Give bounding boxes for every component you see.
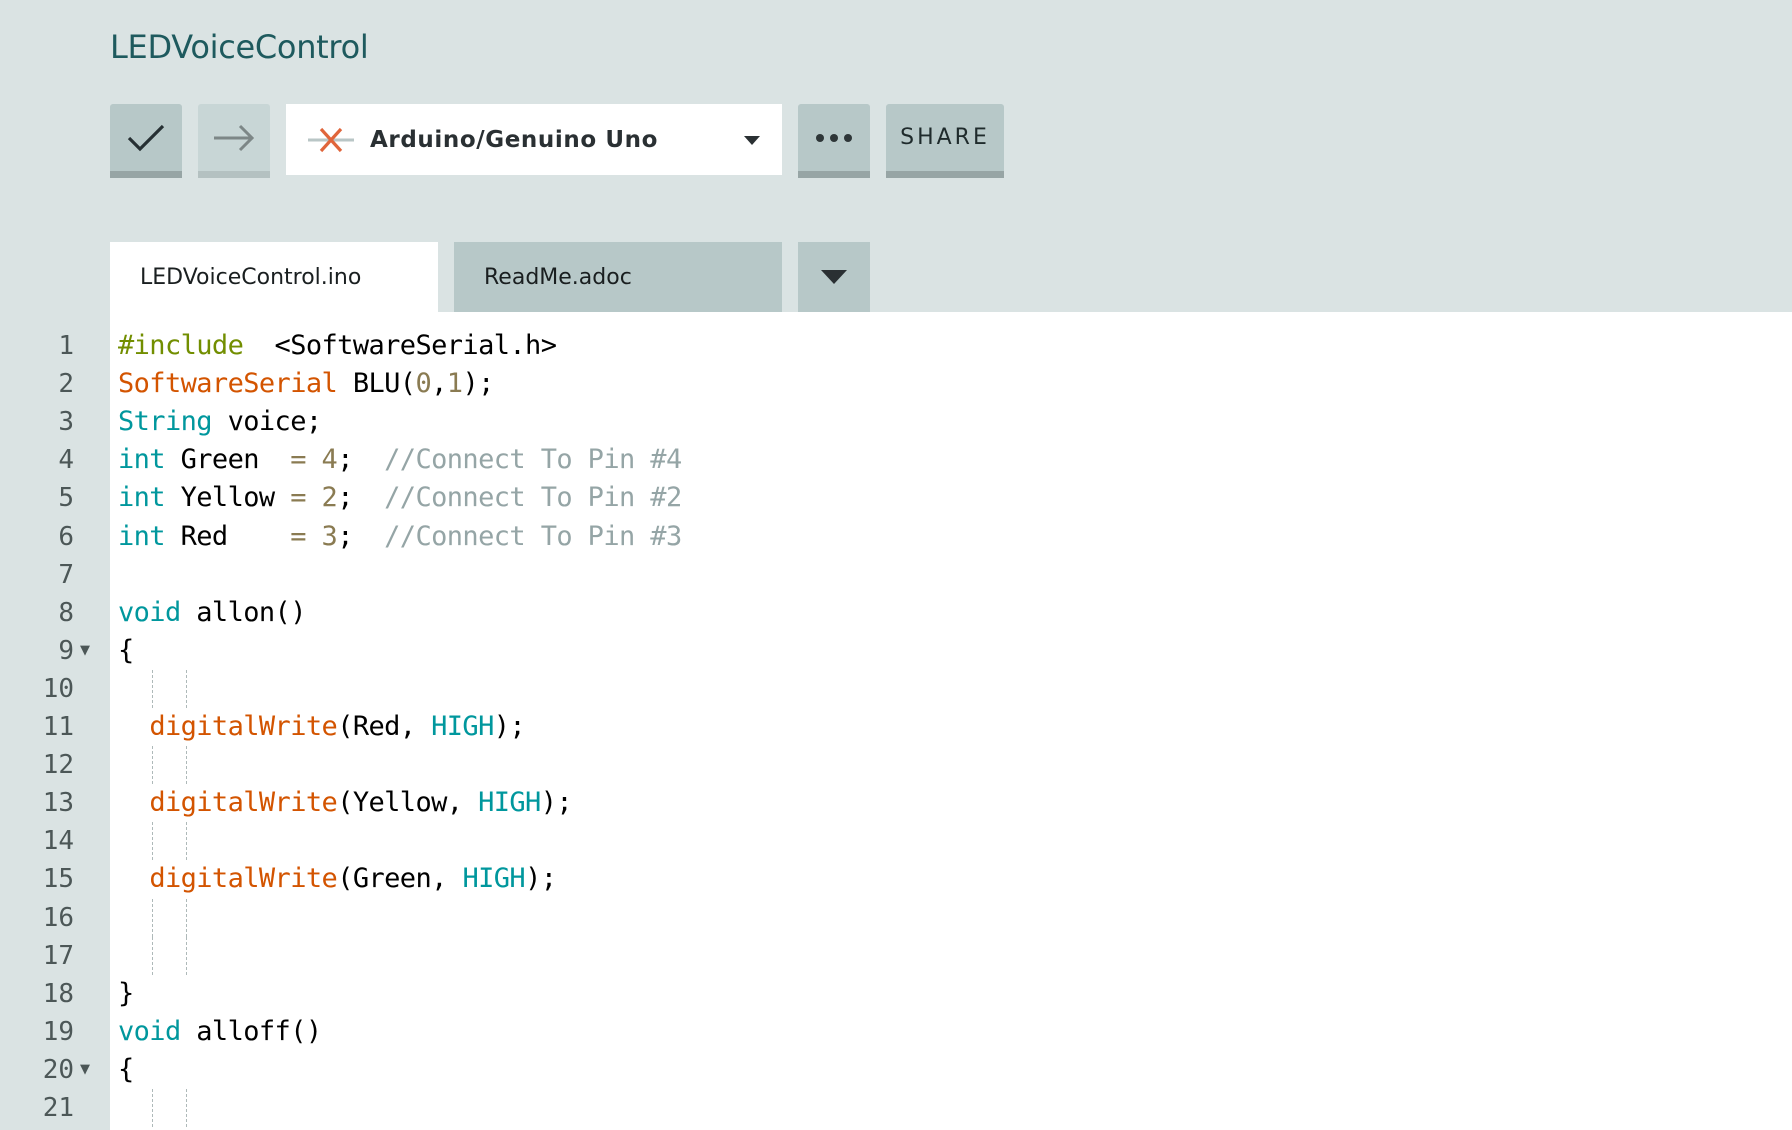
code-line: 2 SoftwareSerial BLU(0,1); xyxy=(0,365,1792,403)
fold-toggle-icon[interactable]: ▼ xyxy=(80,632,90,670)
fold-toggle-icon[interactable]: ▼ xyxy=(80,1051,90,1089)
line-number: 5 xyxy=(58,483,74,514)
indent-guide xyxy=(186,746,187,785)
tab-readme-adoc[interactable]: ReadMe.adoc xyxy=(454,242,782,312)
code-text: int Green = 4; //Connect To Pin #4 xyxy=(118,444,682,476)
indent-guide xyxy=(152,746,153,785)
code-line: 16 xyxy=(0,898,1792,937)
share-label: SHARE xyxy=(900,125,990,150)
code-text: SoftwareSerial BLU(0,1); xyxy=(118,368,494,400)
code-line: 10 xyxy=(0,669,1792,708)
line-number: 11 xyxy=(42,712,74,742)
more-options-button[interactable] xyxy=(798,104,870,178)
code-line: 18} xyxy=(0,975,1792,1013)
code-line: 20 ▼ { xyxy=(0,1051,1792,1089)
board-selector[interactable]: Arduino/Genuino Uno xyxy=(286,104,782,175)
tab-ledvoicecontrol-ino[interactable]: LEDVoiceControl.ino xyxy=(110,242,438,312)
code-text: String voice; xyxy=(118,406,322,438)
indent-guide xyxy=(186,822,187,861)
code-line: 9 ▼ { xyxy=(0,632,1792,670)
indent-guide xyxy=(186,669,187,708)
code-text: { xyxy=(118,634,134,666)
line-number: 15 xyxy=(42,864,74,895)
board-name: Arduino/Genuino Uno xyxy=(370,126,658,153)
code-line: 5 int Yellow = 2; //Connect To Pin #2 xyxy=(0,479,1792,517)
line-number: 1 xyxy=(58,331,74,361)
line-number: 7 xyxy=(58,559,74,590)
line-number: 19 xyxy=(42,1016,74,1047)
code-line: 3 String voice; xyxy=(0,403,1792,441)
indent-guide xyxy=(152,669,153,708)
code-text: digitalWrite(Green, HIGH); xyxy=(149,863,557,895)
share-button[interactable]: SHARE xyxy=(886,104,1004,178)
line-number: 20 xyxy=(42,1054,74,1085)
line-number: 2 xyxy=(58,369,74,400)
tab-menu-button[interactable] xyxy=(798,242,870,312)
upload-button[interactable] xyxy=(198,104,270,178)
line-number: 14 xyxy=(42,826,74,857)
code-text: void alloff() xyxy=(118,1015,322,1047)
code-text: int Yellow = 2; //Connect To Pin #2 xyxy=(118,482,682,514)
line-number: 4 xyxy=(58,445,74,476)
check-icon xyxy=(127,124,165,151)
line-number: 10 xyxy=(42,673,74,704)
indent-guide xyxy=(152,898,153,937)
line-number: 12 xyxy=(42,750,74,781)
code-text: #include <SoftwareSerial.h> xyxy=(118,330,557,361)
code-line: 13 digitalWrite(Yellow, HIGH); xyxy=(0,784,1792,822)
code-line: 4 int Green = 4; //Connect To Pin #4 xyxy=(0,441,1792,479)
verify-button[interactable] xyxy=(110,104,182,178)
line-number: 16 xyxy=(42,902,74,933)
disconnected-x-icon xyxy=(308,127,354,152)
code-line: 8 void allon() xyxy=(0,594,1792,632)
indent-guide xyxy=(152,936,153,975)
line-number: 21 xyxy=(42,1093,74,1123)
code-text: digitalWrite(Red, HIGH); xyxy=(149,711,526,742)
code-line: 17 xyxy=(0,936,1792,975)
line-number: 8 xyxy=(58,597,74,628)
tab-label: LEDVoiceControl.ino xyxy=(140,264,362,290)
arrow-right-icon xyxy=(214,124,255,151)
code-line: 19 void alloff() xyxy=(0,1013,1792,1051)
line-number: 9 xyxy=(58,635,74,666)
code-text: digitalWrite(Yellow, HIGH); xyxy=(149,787,573,819)
line-number: 6 xyxy=(58,521,74,552)
line-number: 13 xyxy=(42,788,74,819)
code-line: 11 digitalWrite(Red, HIGH); xyxy=(0,708,1792,746)
code-line: 7 xyxy=(0,556,1792,594)
code-line: 21 xyxy=(0,1089,1792,1127)
code-line: 12 xyxy=(0,746,1792,785)
indent-guide xyxy=(152,822,153,861)
indent-guide xyxy=(186,1089,187,1127)
tab-label: ReadMe.adoc xyxy=(484,264,632,290)
code-line: 14 xyxy=(0,822,1792,861)
code-text: void allon() xyxy=(118,596,306,628)
code-text: { xyxy=(118,1053,134,1085)
line-number: 17 xyxy=(42,940,74,971)
caret-down-icon xyxy=(821,270,847,284)
indent-guide xyxy=(186,936,187,975)
code-text: } xyxy=(118,977,134,1009)
code-line: 15 digitalWrite(Green, HIGH); xyxy=(0,860,1792,898)
line-number: 3 xyxy=(58,407,74,438)
code-editor[interactable]: 1 #include <SoftwareSerial.h> 2 SoftwareSer… xyxy=(0,312,1792,1130)
code-text: int Red = 3; //Connect To Pin #3 xyxy=(118,520,682,552)
line-number: 18 xyxy=(42,978,74,1009)
chevron-down-icon xyxy=(744,136,760,145)
sketch-title: LEDVoiceControl xyxy=(110,28,369,66)
indent-guide xyxy=(186,898,187,937)
code-line: 1 #include <SoftwareSerial.h> xyxy=(0,327,1792,365)
indent-guide xyxy=(152,1089,153,1127)
more-dots-icon xyxy=(816,133,852,142)
code-line: 6 int Red = 3; //Connect To Pin #3 xyxy=(0,518,1792,556)
